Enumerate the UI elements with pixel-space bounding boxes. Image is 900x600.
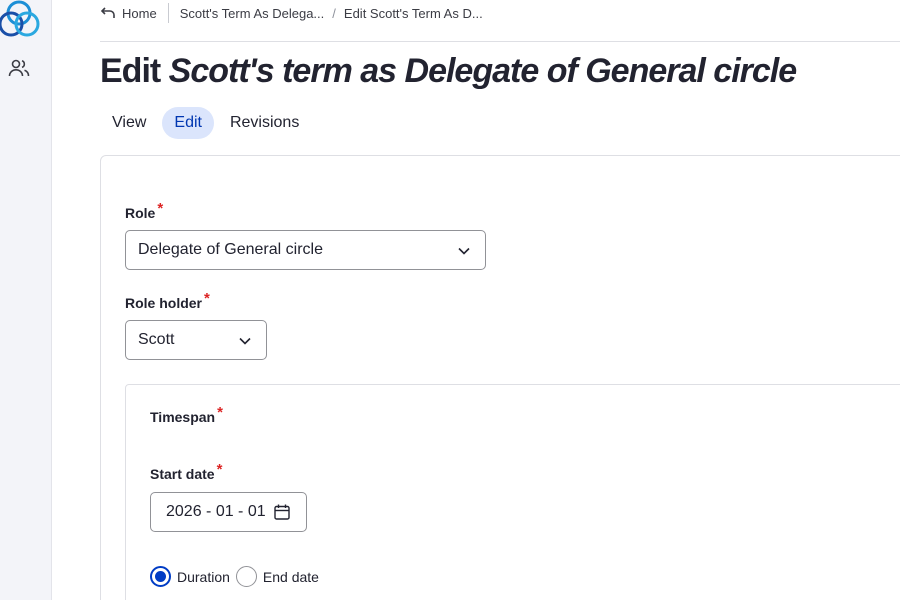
breadcrumb: Home Scott's Term As Delega... / Edit Sc… bbox=[100, 0, 483, 26]
calendar-icon[interactable] bbox=[273, 503, 291, 521]
end-date-radio-label[interactable]: End date bbox=[263, 569, 319, 585]
role-holder-label-text: Role holder bbox=[125, 295, 203, 311]
role-select-value: Delegate of General circle bbox=[138, 241, 323, 258]
breadcrumb-divider bbox=[167, 3, 169, 23]
breadcrumb-home[interactable]: Home bbox=[100, 5, 157, 21]
breadcrumb-item-term[interactable]: Scott's Term As Delega... bbox=[180, 6, 325, 21]
role-holder-select[interactable]: Scott bbox=[125, 320, 267, 360]
role-label: Role * bbox=[125, 200, 163, 222]
required-marker: * bbox=[204, 290, 210, 307]
required-marker: * bbox=[216, 461, 223, 478]
sidebar bbox=[0, 0, 52, 600]
tab-edit[interactable]: Edit bbox=[162, 107, 214, 139]
local-tasks-tabs: View Edit Revisions bbox=[100, 107, 311, 139]
duration-radio-label[interactable]: Duration bbox=[177, 569, 230, 585]
end-date-radio[interactable] bbox=[235, 566, 257, 587]
breadcrumb-separator: / bbox=[332, 5, 336, 21]
role-select[interactable]: Delegate of General circle bbox=[125, 230, 486, 270]
breadcrumb-home-label: Home bbox=[122, 5, 157, 21]
page-title-entity: Scott's term as Delegate of General circ… bbox=[168, 52, 797, 90]
required-marker: * bbox=[157, 200, 164, 217]
start-date-input[interactable]: 2026 - 01 - 01 bbox=[150, 492, 307, 532]
tab-view[interactable]: View bbox=[100, 107, 158, 139]
page-title: Edit Scott's term as Delegate of General… bbox=[100, 52, 797, 91]
end-mode-radios: Duration End date bbox=[150, 566, 325, 587]
back-arrow-icon bbox=[100, 7, 115, 18]
chevron-down-icon bbox=[239, 337, 251, 345]
duration-radio[interactable] bbox=[150, 566, 171, 587]
header-divider bbox=[100, 41, 900, 42]
breadcrumb-item-edit: Edit Scott's Term As D... bbox=[343, 5, 483, 21]
page-title-prefix: Edit bbox=[100, 52, 161, 90]
start-date-label: Start date * bbox=[150, 461, 222, 483]
app-logo[interactable] bbox=[0, 0, 40, 40]
role-label-text: Role bbox=[125, 205, 156, 221]
people-icon[interactable] bbox=[7, 56, 31, 80]
chevron-down-icon bbox=[458, 247, 470, 255]
role-holder-select-value: Scott bbox=[138, 331, 175, 348]
role-holder-label: Role holder * bbox=[125, 290, 210, 312]
tab-revisions[interactable]: Revisions bbox=[218, 107, 311, 139]
start-date-label-text: Start date bbox=[150, 466, 215, 482]
start-date-value: 2026 - 01 - 01 bbox=[166, 503, 266, 520]
required-marker: * bbox=[217, 404, 223, 421]
timespan-legend-text: Timespan bbox=[150, 409, 216, 425]
timespan-legend: Timespan * bbox=[150, 404, 223, 426]
